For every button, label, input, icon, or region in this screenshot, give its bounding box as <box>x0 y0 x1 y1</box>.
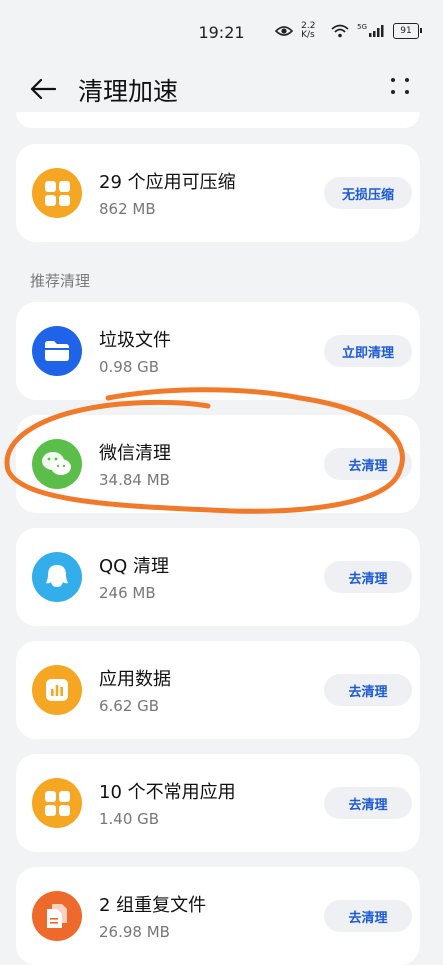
section-title: 推荐清理 <box>30 272 91 290</box>
wechat-clean-card[interactable]: 微信清理 34.84 MB 去清理 <box>16 415 420 513</box>
card-title: 微信清理 <box>99 443 171 464</box>
app-header: 清理加速 <box>0 64 443 114</box>
bar-chart-icon <box>32 665 82 715</box>
wifi-icon <box>331 24 349 38</box>
compress-apps-card[interactable]: 29 个应用可压缩 862 MB 无损压缩 <box>16 144 420 242</box>
apps-grid-icon <box>32 778 82 828</box>
more-options-button[interactable] <box>389 74 413 98</box>
signal-icon <box>369 25 384 37</box>
app-data-card[interactable]: 应用数据 6.62 GB 去清理 <box>16 641 420 739</box>
card-size: 1.40 GB <box>99 810 160 828</box>
card-title: 垃圾文件 <box>99 330 171 351</box>
junk-files-card[interactable]: 垃圾文件 0.98 GB 立即清理 <box>16 302 420 400</box>
go-clean-button[interactable]: 去清理 <box>324 674 412 706</box>
battery-level: 91 <box>400 26 412 36</box>
back-button[interactable] <box>28 74 58 104</box>
go-clean-button[interactable]: 去清理 <box>324 787 412 819</box>
card-size: 6.62 GB <box>99 697 160 715</box>
status-time: 19:21 <box>198 22 245 42</box>
wechat-icon <box>32 439 82 489</box>
unused-apps-card[interactable]: 10 个不常用应用 1.40 GB 去清理 <box>16 754 420 852</box>
page-title: 清理加速 <box>78 77 179 106</box>
apps-grid-icon <box>32 168 82 218</box>
net-speed: 2.2 K/s <box>301 21 316 40</box>
qq-clean-card[interactable]: QQ 清理 246 MB 去清理 <box>16 528 420 626</box>
status-bar: 19:21 2.2 K/s 5G 91 <box>0 0 443 64</box>
go-clean-button[interactable]: 去清理 <box>324 448 412 480</box>
card-title: QQ 清理 <box>99 556 170 577</box>
card-size: 862 MB <box>99 200 156 218</box>
more-dots-icon <box>391 78 395 82</box>
battery-icon: 91 <box>393 23 422 39</box>
card-title: 10 个不常用应用 <box>99 782 236 803</box>
go-clean-button[interactable]: 去清理 <box>324 900 412 932</box>
previous-card-edge <box>16 112 420 128</box>
card-size: 246 MB <box>99 584 156 602</box>
go-clean-button[interactable]: 去清理 <box>324 561 412 593</box>
duplicate-file-icon <box>32 891 82 941</box>
card-title: 2 组重复文件 <box>99 895 207 916</box>
qq-icon <box>32 552 82 602</box>
folder-icon <box>32 326 82 376</box>
lossless-compress-button[interactable]: 无损压缩 <box>324 177 412 209</box>
status-icons: 2.2 K/s 5G 91 <box>275 21 422 40</box>
eye-icon <box>275 26 294 36</box>
card-title: 29 个应用可压缩 <box>99 172 236 193</box>
card-title: 应用数据 <box>99 669 171 690</box>
arrow-left-icon <box>30 78 56 100</box>
card-size: 26.98 MB <box>99 923 170 941</box>
card-size: 0.98 GB <box>99 358 160 376</box>
clean-now-button[interactable]: 立即清理 <box>324 335 412 367</box>
signal-label: 5G <box>357 23 367 31</box>
duplicate-files-card[interactable]: 2 组重复文件 26.98 MB 去清理 <box>16 867 420 965</box>
card-size: 34.84 MB <box>99 471 170 489</box>
